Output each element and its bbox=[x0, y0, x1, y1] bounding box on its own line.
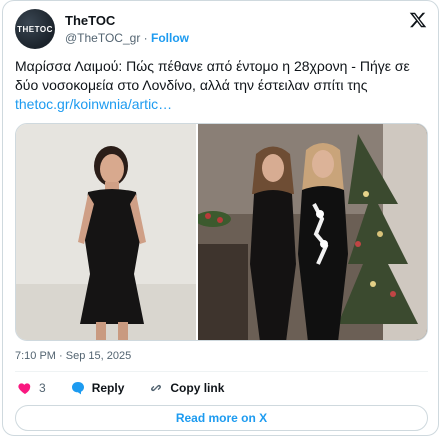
photo-woman-black-dress[interactable] bbox=[16, 124, 196, 340]
copy-link-button[interactable]: Copy link bbox=[148, 380, 224, 396]
tweet-card: THETOC TheTOC @TheTOC_gr · Follow Μαρίσσ… bbox=[2, 0, 439, 436]
account-handle[interactable]: @TheTOC_gr bbox=[65, 31, 140, 45]
account-name[interactable]: TheTOC bbox=[65, 13, 115, 28]
copy-link-label: Copy link bbox=[170, 381, 225, 395]
tweet-body: Μαρίσσα Λαιμού: Πώς πέθανε από έντομο η … bbox=[15, 58, 410, 93]
tweet-media[interactable] bbox=[15, 123, 428, 341]
reply-button[interactable]: Reply bbox=[70, 380, 125, 396]
action-bar: 3 Reply Copy link bbox=[17, 378, 248, 398]
x-logo-icon[interactable] bbox=[409, 11, 427, 29]
divider bbox=[15, 371, 428, 372]
separator-dot: · bbox=[143, 31, 148, 45]
reply-label: Reply bbox=[91, 381, 125, 395]
photo-two-women-christmas-tree[interactable] bbox=[195, 124, 427, 340]
link-icon bbox=[151, 384, 162, 392]
read-more-button[interactable]: Read more on X bbox=[15, 405, 428, 431]
avatar[interactable]: THETOC bbox=[15, 9, 55, 49]
follow-button[interactable]: Follow bbox=[151, 31, 189, 45]
heart-icon bbox=[18, 383, 31, 394]
tweet-timestamp[interactable]: 7:10 PM · Sep 15, 2025 bbox=[15, 350, 131, 362]
avatar-logo-text: THETOC bbox=[17, 24, 53, 34]
tweet-text: Μαρίσσα Λαιμού: Πώς πέθανε από έντομο η … bbox=[15, 57, 435, 114]
woman-silhouette-illustration bbox=[16, 124, 196, 340]
like-count: 3 bbox=[39, 381, 46, 395]
two-women-illustration bbox=[195, 124, 427, 340]
reply-icon bbox=[71, 382, 84, 395]
like-button[interactable]: 3 bbox=[17, 380, 46, 396]
tweet-link[interactable]: thetoc.gr/koinwnia/artic… bbox=[15, 96, 172, 112]
handle-row: @TheTOC_gr · Follow bbox=[65, 31, 189, 45]
tweet-header: THETOC TheTOC @TheTOC_gr · Follow bbox=[13, 7, 431, 49]
